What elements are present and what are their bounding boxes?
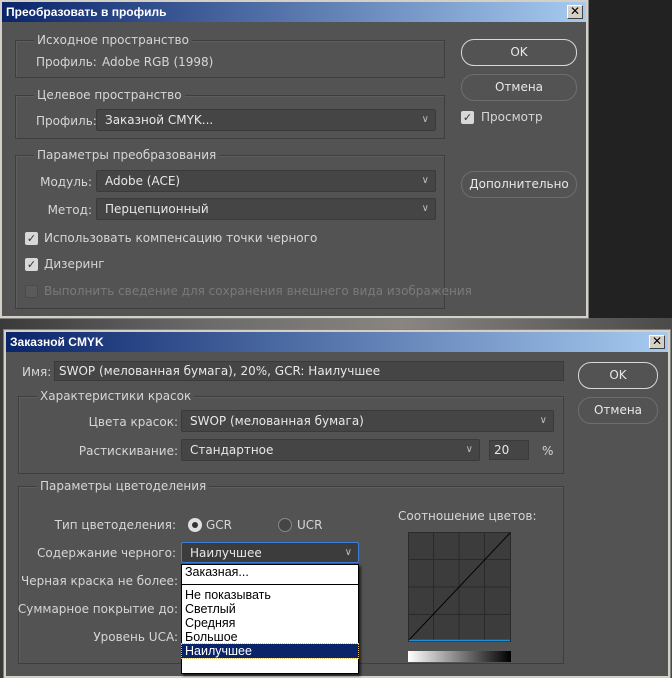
dropdown-item-light[interactable]: Светлый bbox=[182, 602, 358, 616]
select-value: Заказной CMYK... bbox=[105, 113, 214, 127]
dither-label: Дизеринг bbox=[44, 257, 105, 271]
dot-gain-select[interactable]: Стандартное ∨ bbox=[181, 439, 480, 461]
intent-label: Метод: bbox=[47, 203, 92, 217]
gcr-label: GCR bbox=[206, 518, 233, 532]
dialog-title: Преобразовать в профиль bbox=[2, 2, 586, 22]
select-value: Adobe (ACE) bbox=[105, 174, 181, 188]
dialog-title: Заказной CMYK bbox=[6, 332, 668, 352]
percent-label: % bbox=[542, 444, 554, 458]
close-icon[interactable]: ✕ bbox=[649, 335, 665, 349]
group-legend: Параметры преобразования bbox=[34, 148, 220, 162]
dot-gain-input[interactable]: 20 bbox=[489, 440, 529, 460]
chevron-down-icon: ∨ bbox=[344, 547, 352, 558]
select-value: Стандартное bbox=[190, 443, 274, 457]
advanced-button[interactable]: Дополнительно bbox=[461, 171, 577, 198]
close-icon[interactable]: ✕ bbox=[567, 5, 583, 19]
ink-colors-label: Цвета красок: bbox=[88, 415, 178, 429]
chevron-down-icon: ∨ bbox=[539, 415, 547, 426]
black-generation-select[interactable]: Наилучшее ∨ bbox=[181, 542, 359, 563]
select-value: Наилучшее bbox=[190, 546, 262, 560]
gray-ramp-graph bbox=[408, 532, 511, 642]
dot-gain-label: Растискивание: bbox=[78, 444, 178, 458]
name-label: Имя: bbox=[22, 365, 52, 379]
dest-profile-select[interactable]: Заказной CMYK... ∨ bbox=[96, 109, 436, 131]
group-legend: Целевое пространство bbox=[34, 88, 185, 102]
gray-ramp-label: Соотношение цветов: bbox=[398, 509, 537, 523]
ok-button[interactable]: OK bbox=[461, 39, 577, 66]
cancel-button[interactable]: Отмена bbox=[461, 74, 577, 101]
engine-select[interactable]: Adobe (ACE) ∨ bbox=[96, 170, 436, 192]
flatten-label: Выполнить сведение для сохранения внешне… bbox=[44, 284, 472, 298]
black-generation-dropdown: Заказная... Не показывать Светлый Средня… bbox=[181, 564, 359, 674]
preview-checkbox[interactable]: ✓ bbox=[461, 111, 474, 124]
select-value: SWOP (мелованная бумага) bbox=[190, 414, 364, 428]
preview-label: Просмотр bbox=[481, 110, 543, 124]
gcr-radio[interactable] bbox=[188, 518, 202, 532]
black-generation-label: Содержание черного: bbox=[37, 546, 176, 560]
source-profile-value: Adobe RGB (1998) bbox=[102, 55, 214, 69]
uca-amount-label: Уровень UCA: bbox=[93, 630, 178, 644]
convert-to-profile-dialog: Преобразовать в профиль ✕ Исходное прост… bbox=[0, 0, 589, 319]
chevron-down-icon: ∨ bbox=[421, 203, 429, 214]
group-legend: Параметры цветоделения bbox=[37, 479, 210, 493]
source-profile-label: Профиль: bbox=[36, 55, 97, 69]
bpc-checkbox[interactable]: ✓ bbox=[25, 232, 38, 245]
bpc-label: Использовать компенсацию точки черного bbox=[44, 231, 318, 245]
chevron-down-icon: ∨ bbox=[421, 114, 429, 125]
dropdown-item-maximum[interactable]: Наилучшее bbox=[181, 643, 359, 659]
intent-select[interactable]: Перцепционный ∨ bbox=[96, 198, 436, 220]
dropdown-item-heavy[interactable]: Большое bbox=[182, 630, 358, 644]
total-ink-limit-label: Суммарное покрытие до: bbox=[17, 602, 178, 616]
name-input[interactable]: SWOP (мелованная бумага), 20%, GCR: Наил… bbox=[54, 361, 564, 381]
dropdown-separator bbox=[182, 579, 358, 585]
cancel-button[interactable]: Отмена bbox=[578, 397, 658, 424]
dither-checkbox[interactable]: ✓ bbox=[25, 258, 38, 271]
ucr-radio[interactable] bbox=[278, 518, 292, 532]
flatten-checkbox[interactable] bbox=[25, 285, 38, 298]
black-ink-limit-label: Черная краска не более: bbox=[21, 574, 178, 588]
dropdown-item-custom[interactable]: Заказная... bbox=[182, 565, 358, 579]
separation-type-label: Тип цветоделения: bbox=[54, 518, 176, 532]
ink-colors-select[interactable]: SWOP (мелованная бумага) ∨ bbox=[181, 410, 554, 432]
ink-options-group: Характеристики красок bbox=[18, 389, 564, 474]
chevron-down-icon: ∨ bbox=[465, 444, 473, 455]
gray-ramp-bar bbox=[408, 651, 511, 662]
group-legend: Характеристики красок bbox=[37, 389, 195, 403]
dest-profile-label: Профиль: bbox=[36, 114, 97, 128]
dropdown-item-none[interactable]: Не показывать bbox=[182, 588, 358, 602]
engine-label: Модуль: bbox=[40, 175, 92, 189]
custom-cmyk-dialog: Заказной CMYK ✕ Имя: SWOP (мелованная бу… bbox=[3, 329, 671, 678]
group-legend: Исходное пространство bbox=[34, 33, 192, 47]
ok-button[interactable]: OK bbox=[578, 362, 658, 389]
select-value: Перцепционный bbox=[105, 202, 209, 216]
ucr-label: UCR bbox=[297, 518, 323, 532]
chevron-down-icon: ∨ bbox=[421, 175, 429, 186]
dropdown-item-medium[interactable]: Средняя bbox=[182, 616, 358, 630]
